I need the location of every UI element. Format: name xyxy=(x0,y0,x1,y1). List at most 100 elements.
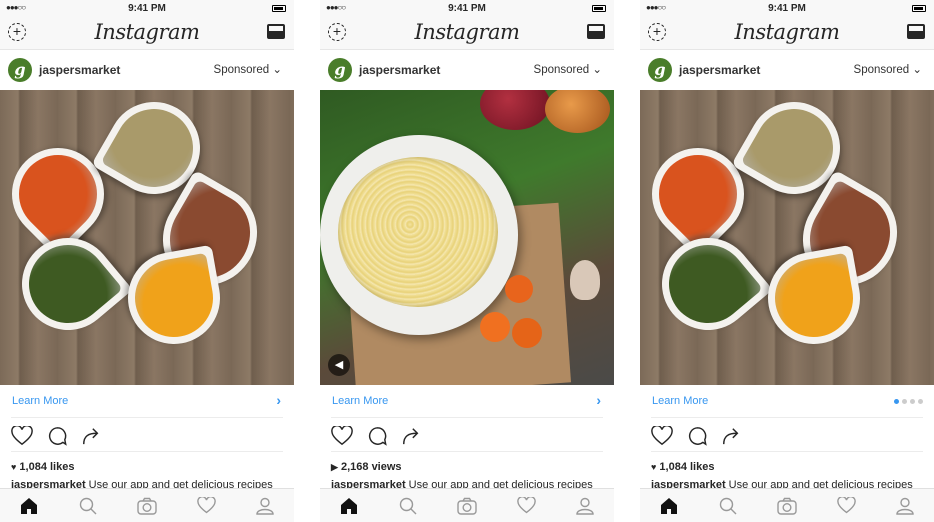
chevron-right-icon[interactable]: › xyxy=(596,392,601,408)
learn-more-link[interactable]: Learn More xyxy=(652,395,708,407)
activity-heart-icon[interactable] xyxy=(517,497,536,514)
post-header: g jaspersmarket Sponsored ⌄ xyxy=(320,50,614,90)
learn-more-bar[interactable]: Learn More › xyxy=(11,385,283,418)
metric-text: 2,168 views xyxy=(340,461,402,473)
status-bar: ●●●○○ 9:41 PM xyxy=(0,0,294,18)
search-icon[interactable] xyxy=(719,497,737,515)
action-bar xyxy=(11,418,283,452)
inbox-icon[interactable] xyxy=(267,24,285,39)
username[interactable]: jaspersmarket xyxy=(359,63,440,77)
spice-bowl xyxy=(760,244,868,352)
activity-heart-icon[interactable] xyxy=(197,497,216,514)
share-icon[interactable] xyxy=(81,426,101,446)
heart-icon: ♥ xyxy=(651,462,657,472)
garlic xyxy=(570,260,600,300)
instagram-phone: ●●●○○ 9:41 PM + Instagram g jaspersmarke… xyxy=(0,0,294,522)
sponsored-label: Sponsored xyxy=(213,64,270,76)
avatar[interactable]: g xyxy=(648,58,672,82)
sponsored-menu[interactable]: Sponsored ⌄ xyxy=(854,62,922,76)
tab-bar xyxy=(0,488,294,522)
action-bar xyxy=(331,418,603,452)
carousel-dot xyxy=(894,399,899,404)
avatar[interactable]: g xyxy=(8,58,32,82)
carousel-dot xyxy=(918,399,923,404)
inbox-icon[interactable] xyxy=(587,24,605,39)
status-time: 9:41 PM xyxy=(448,3,486,14)
home-icon[interactable] xyxy=(20,497,38,514)
camera-icon[interactable] xyxy=(137,497,157,515)
learn-more-link[interactable]: Learn More xyxy=(12,395,68,407)
status-time: 9:41 PM xyxy=(768,3,806,14)
spices-photo[interactable] xyxy=(0,90,294,385)
spices-photo[interactable] xyxy=(640,90,934,385)
chevron-down-icon: ⌄ xyxy=(592,64,602,76)
app-logo: Instagram xyxy=(414,20,520,44)
engagement-count[interactable]: ♥ 1,084 likes xyxy=(11,461,74,473)
spice-bowl xyxy=(3,219,133,349)
username[interactable]: jaspersmarket xyxy=(39,63,120,77)
username[interactable]: jaspersmarket xyxy=(679,63,760,77)
battery-icon xyxy=(272,5,286,12)
heart-icon: ♥ xyxy=(11,462,17,472)
onion xyxy=(545,90,610,133)
spice-bowl xyxy=(643,219,773,349)
metric-text: 1,084 likes xyxy=(659,461,715,473)
search-icon[interactable] xyxy=(399,497,417,515)
comment-icon[interactable] xyxy=(47,426,68,446)
carrot-slice xyxy=(505,275,533,303)
like-icon[interactable] xyxy=(331,426,353,446)
camera-icon[interactable] xyxy=(777,497,797,515)
app-logo: Instagram xyxy=(734,20,840,44)
post-header: g jaspersmarket Sponsored ⌄ xyxy=(0,50,294,90)
tab-bar xyxy=(320,488,614,522)
status-bar: ●●●○○ 9:41 PM xyxy=(320,0,614,18)
profile-icon[interactable] xyxy=(256,497,274,515)
learn-more-link[interactable]: Learn More xyxy=(332,395,388,407)
status-time: 9:41 PM xyxy=(128,3,166,14)
action-bar xyxy=(651,418,923,452)
engagement-count[interactable]: ▶ 2,168 views xyxy=(331,461,402,473)
sponsored-label: Sponsored xyxy=(853,64,910,76)
mute-icon[interactable]: ◀ xyxy=(328,354,350,376)
inbox-icon[interactable] xyxy=(907,24,925,39)
sponsored-label: Sponsored xyxy=(533,64,590,76)
pasta-video[interactable]: ◀ xyxy=(320,90,614,385)
sponsored-menu[interactable]: Sponsored ⌄ xyxy=(214,62,282,76)
profile-icon[interactable] xyxy=(576,497,594,515)
engagement-count[interactable]: ♥ 1,084 likes xyxy=(651,461,714,473)
status-bar: ●●●○○ 9:41 PM xyxy=(640,0,934,18)
comment-icon[interactable] xyxy=(687,426,708,446)
camera-icon[interactable] xyxy=(457,497,477,515)
top-nav: + Instagram xyxy=(640,18,934,50)
learn-more-bar[interactable]: Learn More › xyxy=(331,385,603,418)
profile-icon[interactable] xyxy=(896,497,914,515)
top-nav: + Instagram xyxy=(0,18,294,50)
carousel-dots[interactable] xyxy=(894,399,923,404)
chevron-right-icon[interactable]: › xyxy=(276,392,281,408)
learn-more-bar[interactable]: Learn More xyxy=(651,385,923,418)
like-icon[interactable] xyxy=(11,426,33,446)
spice-bowl xyxy=(120,244,228,352)
avatar[interactable]: g xyxy=(328,58,352,82)
share-icon[interactable] xyxy=(721,426,741,446)
home-icon[interactable] xyxy=(340,497,358,514)
home-icon[interactable] xyxy=(660,497,678,514)
onion-red xyxy=(480,90,550,130)
carousel-dot xyxy=(902,399,907,404)
top-nav: + Instagram xyxy=(320,18,614,50)
carrot-slice xyxy=(480,312,510,342)
app-logo: Instagram xyxy=(94,20,200,44)
instagram-phone: ●●●○○ 9:41 PM + Instagram g jaspersmarke… xyxy=(320,0,614,522)
instagram-phone: ●●●○○ 9:41 PM + Instagram g jaspersmarke… xyxy=(640,0,934,522)
metric-text: 1,084 likes xyxy=(19,461,75,473)
activity-heart-icon[interactable] xyxy=(837,497,856,514)
carrot-slice xyxy=(512,318,542,348)
carousel-dot xyxy=(910,399,915,404)
tab-bar xyxy=(640,488,934,522)
search-icon[interactable] xyxy=(79,497,97,515)
like-icon[interactable] xyxy=(651,426,673,446)
chevron-down-icon: ⌄ xyxy=(912,64,922,76)
comment-icon[interactable] xyxy=(367,426,388,446)
sponsored-menu[interactable]: Sponsored ⌄ xyxy=(534,62,602,76)
share-icon[interactable] xyxy=(401,426,421,446)
